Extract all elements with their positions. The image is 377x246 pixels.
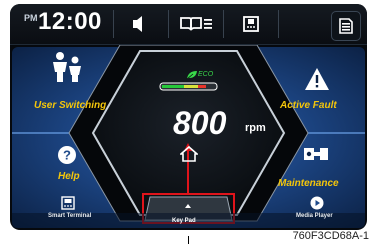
smart-terminal-icon[interactable]	[61, 196, 75, 210]
figure-caption: 760F3CD68A-1	[292, 230, 369, 242]
speaker-icon	[133, 16, 142, 32]
warning-icon[interactable]	[304, 67, 330, 91]
main-panel: User Switching Active Fault ? Help Maint…	[10, 45, 367, 230]
maintenance-label[interactable]: Maintenance	[278, 178, 339, 189]
clock-time[interactable]: 12:00	[38, 8, 102, 36]
menu-button[interactable]	[331, 11, 361, 41]
eco-leaf-icon	[186, 71, 197, 80]
wrench-icon[interactable]	[302, 144, 330, 164]
phone-icon	[243, 16, 259, 32]
rpm-unit: rpm	[245, 122, 266, 134]
user-switching-icon[interactable]	[50, 50, 84, 84]
media-player-label[interactable]: Media Player	[296, 213, 333, 219]
book-list-button[interactable]	[169, 4, 223, 44]
menu-icon	[339, 18, 353, 34]
divider	[278, 10, 279, 38]
svg-text:?: ?	[63, 148, 71, 163]
help-label[interactable]: Help	[58, 171, 80, 182]
speaker-button[interactable]	[114, 4, 168, 44]
leader-tick	[188, 236, 189, 244]
help-icon[interactable]: ?	[57, 145, 77, 165]
play-icon[interactable]	[310, 196, 324, 210]
phone-button[interactable]	[224, 4, 278, 44]
home-icon[interactable]	[180, 145, 198, 163]
rpm-value: 800	[173, 105, 227, 141]
smart-terminal-label[interactable]: Smart Terminal	[48, 213, 91, 219]
book-list-icon	[180, 17, 212, 31]
eco-label: ECO	[198, 71, 214, 78]
active-fault-label[interactable]: Active Fault	[280, 100, 337, 111]
keypad-label[interactable]: Key Pad	[172, 218, 196, 224]
display-screen: PM 12:00 User Switching Active Fault ? H…	[10, 4, 367, 230]
status-bar: PM 12:00	[10, 4, 367, 45]
user-switching-label[interactable]: User Switching	[34, 100, 106, 111]
ampm-indicator: PM	[24, 13, 38, 23]
